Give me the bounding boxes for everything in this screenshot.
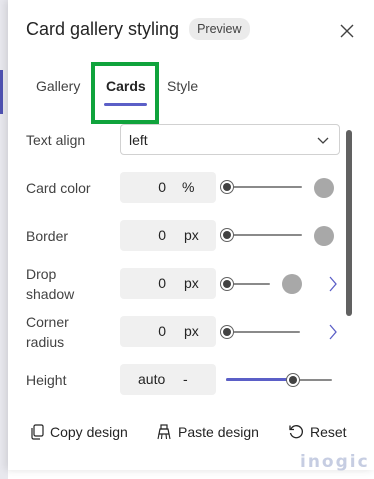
corner-radius-unit: px	[184, 323, 199, 339]
copy-design-label: Copy design	[50, 424, 128, 440]
slider-thumb[interactable]	[220, 180, 234, 194]
slider-thumb[interactable]	[220, 325, 234, 339]
tab-style[interactable]: Style	[167, 78, 198, 94]
drop-shadow-slider[interactable]	[220, 276, 270, 292]
border-value: 0	[158, 227, 166, 243]
slider-thumb[interactable]	[220, 277, 234, 291]
height-input[interactable]: auto -	[120, 364, 216, 395]
paste-design-button[interactable]: Paste design	[156, 424, 259, 440]
close-icon[interactable]	[340, 24, 354, 38]
card-color-label: Card color	[26, 180, 91, 196]
row-border: Border 0 px	[26, 220, 346, 252]
border-color-swatch[interactable]	[314, 226, 334, 246]
card-color-input[interactable]: 0 %	[120, 172, 216, 203]
drop-shadow-label-line1: Drop	[26, 266, 57, 282]
height-unit: -	[183, 371, 188, 387]
chevron-down-icon	[317, 137, 329, 144]
reset-icon	[289, 425, 303, 439]
slider-track	[226, 234, 302, 236]
corner-radius-label-line1: Corner	[26, 314, 69, 330]
reset-label: Reset	[310, 424, 347, 440]
slider-track	[226, 331, 300, 333]
text-align-value: left	[129, 132, 148, 148]
border-slider[interactable]	[220, 227, 302, 243]
corner-radius-input[interactable]: 0 px	[120, 316, 216, 347]
drop-shadow-value: 0	[158, 275, 166, 291]
row-corner-radius: Corner radius 0 px	[26, 312, 346, 356]
border-unit: px	[184, 227, 199, 243]
corner-radius-slider[interactable]	[220, 324, 300, 340]
background-selection-indicator	[0, 70, 3, 114]
tab-gallery[interactable]: Gallery	[36, 78, 80, 94]
watermark-logo: inogic	[300, 452, 370, 472]
row-drop-shadow: Drop shadow 0 px	[26, 264, 346, 308]
height-label: Height	[26, 372, 67, 388]
border-label: Border	[26, 228, 69, 244]
vertical-scrollbar[interactable]	[346, 130, 352, 316]
slider-thumb[interactable]	[220, 228, 234, 242]
chevron-right-icon[interactable]	[328, 324, 338, 340]
styling-panel: Card gallery styling Preview Gallery Car…	[8, 0, 374, 470]
row-card-color: Card color 0 %	[26, 172, 346, 204]
chevron-right-icon[interactable]	[328, 276, 338, 292]
panel-header: Card gallery styling Preview	[26, 18, 250, 40]
active-tab-underline	[104, 103, 147, 106]
copy-design-button[interactable]: Copy design	[30, 424, 128, 440]
panel-title: Card gallery styling	[26, 18, 180, 39]
paintbrush-icon	[157, 424, 171, 440]
slider-fill	[226, 378, 293, 381]
slider-thumb[interactable]	[286, 373, 300, 387]
row-text-align: Text align left	[26, 124, 346, 156]
height-value: auto	[138, 371, 166, 387]
card-color-slider[interactable]	[220, 179, 302, 195]
height-slider[interactable]	[226, 372, 332, 388]
reset-button[interactable]: Reset	[288, 424, 347, 440]
text-align-dropdown[interactable]: left	[120, 124, 340, 155]
panel-footer: Copy design Paste design Reset	[26, 424, 356, 446]
drop-shadow-unit: px	[184, 275, 199, 291]
slider-track	[226, 186, 302, 188]
tab-cards[interactable]: Cards	[106, 78, 146, 94]
drop-shadow-color-swatch[interactable]	[282, 274, 302, 294]
card-color-unit: %	[182, 179, 195, 195]
preview-badge: Preview	[189, 18, 250, 40]
text-align-label: Text align	[26, 132, 86, 148]
corner-radius-label-line2: radius	[26, 334, 65, 350]
border-input[interactable]: 0 px	[120, 220, 216, 251]
row-height: Height auto -	[26, 364, 346, 396]
card-color-value: 0	[158, 179, 166, 195]
drop-shadow-label-line2: shadow	[26, 286, 75, 302]
paste-design-label: Paste design	[178, 424, 259, 440]
corner-radius-value: 0	[158, 323, 166, 339]
copy-icon	[31, 424, 44, 440]
drop-shadow-input[interactable]: 0 px	[120, 268, 216, 299]
card-color-swatch[interactable]	[314, 178, 334, 198]
